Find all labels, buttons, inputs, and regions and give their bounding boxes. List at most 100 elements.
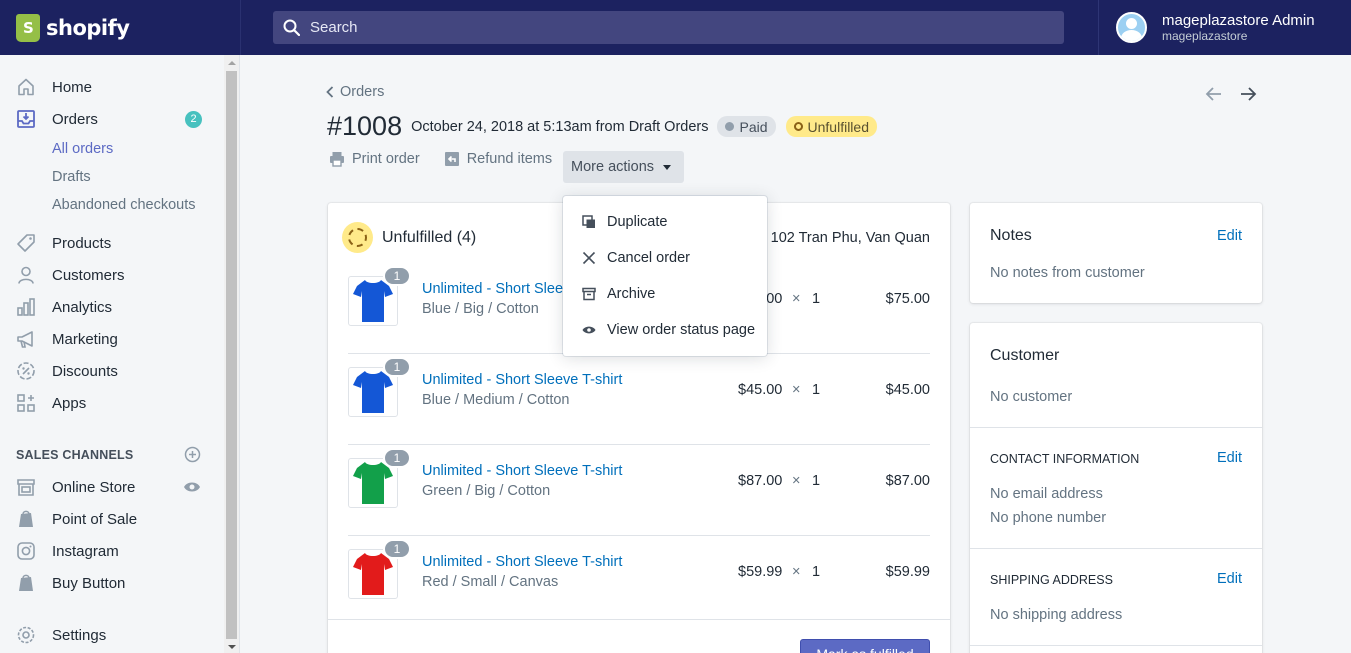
sidebar-subitem-drafts[interactable]: Drafts [52, 169, 91, 185]
more-actions-menu: Duplicate Cancel order Archive View orde… [563, 196, 767, 356]
menu-item-cancel-order[interactable]: Cancel order [580, 249, 690, 267]
product-variant: Blue / Big / Cotton [422, 301, 539, 317]
quantity: 1 [812, 291, 821, 307]
mark-as-fulfilled-button[interactable]: Mark as fulfilled [800, 639, 930, 653]
unit-price: $59.99 [738, 564, 783, 580]
sidebar-item-point-of-sale[interactable]: Point of Sale [0, 503, 224, 535]
product-link[interactable]: Unlimited - Short Sleeve T-shirt [422, 372, 622, 388]
sidebar-item-settings[interactable]: Settings [0, 619, 224, 651]
next-order-arrow-icon[interactable] [1238, 84, 1258, 104]
user-name: mageplazastore Admin [1162, 12, 1315, 29]
customer-title: Customer [990, 347, 1060, 364]
chevron-left-icon [326, 86, 334, 98]
sidebar-item-discounts[interactable]: Discounts [0, 355, 224, 387]
tshirt-image [353, 462, 393, 504]
sidebar-subitem-abandoned-checkouts[interactable]: Abandoned checkouts [52, 197, 196, 213]
sidebar-subitem-all-orders[interactable]: All orders [52, 141, 113, 157]
customer-text: No customer [990, 389, 1073, 405]
line-item: 1 Unlimited - Short Sleeve T-shirt Green… [348, 445, 930, 536]
sidebar-item-marketing[interactable]: Marketing [0, 323, 224, 355]
sidebar-item-products[interactable]: Products [0, 227, 224, 259]
breadcrumb-orders[interactable]: Orders [326, 84, 384, 100]
order-meta: October 24, 2018 at 5:13am from Draft Or… [411, 118, 709, 135]
payment-status-label: Paid [739, 118, 768, 135]
shopify-bag-icon [16, 509, 36, 529]
times-sign: × [792, 382, 801, 398]
sidebar-item-label: Analytics [52, 298, 113, 316]
avatar [1116, 12, 1147, 43]
tshirt-image [353, 371, 393, 413]
refund-items-button[interactable]: Refund items [444, 151, 552, 167]
sidebar-item-apps[interactable]: Apps [0, 387, 224, 419]
shopify-logo[interactable]: shopify [0, 0, 240, 55]
menu-item-label: Duplicate [607, 214, 668, 230]
caret-down-icon [663, 164, 672, 170]
sidebar-item-label: Instagram [52, 542, 119, 560]
card-divider [328, 619, 950, 620]
order-actions: Print order Refund items [329, 151, 576, 167]
menu-item-archive[interactable]: Archive [580, 285, 655, 303]
sidebar-item-home[interactable]: Home [0, 71, 224, 103]
page-title: #1008 [327, 111, 403, 141]
scroll-down-arrow[interactable] [228, 645, 236, 649]
unit-price: $87.00 [738, 473, 783, 489]
home-icon [16, 77, 36, 97]
unit-price: $45.00 [738, 382, 783, 398]
times-sign: × [792, 473, 801, 489]
product-link[interactable]: Unlimited - Short Sleeve T-shirt [422, 554, 622, 570]
sidebar-item-analytics[interactable]: Analytics [0, 291, 224, 323]
refund-icon [444, 152, 459, 166]
more-actions-label: More actions [571, 159, 655, 175]
line-item: 1 Unlimited - Short Sleeve T-shirt Blue … [348, 354, 930, 445]
scroll-up-arrow[interactable] [228, 61, 236, 65]
payment-status-badge: Paid [717, 116, 776, 137]
menu-item-view-order-status[interactable]: View order status page [580, 321, 755, 339]
shopify-bag-icon [16, 573, 36, 593]
add-channel-icon[interactable] [184, 446, 201, 467]
card-divider [970, 548, 1262, 549]
tag-icon [16, 233, 36, 253]
unfulfilled-header: Unfulfilled (4) [342, 222, 476, 253]
sidebar-item-label: Marketing [52, 330, 118, 348]
shipping-address-heading: SHIPPING ADDRESS [990, 573, 1113, 587]
logo-text: shopify [46, 15, 130, 40]
eye-icon [580, 321, 598, 339]
search-icon [283, 19, 300, 36]
sidebar-item-label: Home [52, 78, 93, 96]
megaphone-icon [16, 329, 36, 349]
breadcrumb-label: Orders [340, 84, 385, 100]
sidebar-scrollbar[interactable] [224, 55, 240, 653]
sidebar-item-customers[interactable]: Customers [0, 259, 224, 291]
fulfillment-status-badge: Unfulfilled [785, 116, 877, 137]
search-placeholder: Search [310, 19, 358, 36]
sidebar-item-instagram[interactable]: Instagram [0, 535, 224, 567]
shipping-edit-link[interactable]: Edit [1217, 571, 1242, 587]
quantity: 1 [812, 382, 821, 398]
scroll-thumb[interactable] [226, 71, 237, 639]
fulfillment-location: 102 Tran Phu, Van Quan [770, 230, 930, 246]
product-link[interactable]: Unlimited - Short Sleeve T-shirt [422, 463, 622, 479]
menu-item-duplicate[interactable]: Duplicate [580, 213, 667, 231]
notes-card: Notes Edit No notes from customer [970, 203, 1262, 303]
user-menu[interactable]: mageplazastore Admin mageplazastore [1098, 0, 1351, 55]
orders-icon [16, 109, 36, 129]
sales-channels-heading: SALES CHANNELS [16, 448, 134, 462]
search-bar[interactable]: Search [273, 11, 1064, 44]
notes-edit-link[interactable]: Edit [1217, 228, 1242, 244]
card-divider [970, 427, 1262, 428]
contact-edit-link[interactable]: Edit [1217, 450, 1242, 466]
sidebar-item-label: Point of Sale [52, 510, 138, 528]
sidebar-item-orders[interactable]: Orders 2 [0, 103, 224, 135]
menu-item-label: View order status page [607, 322, 756, 338]
previous-order-arrow-icon[interactable] [1204, 84, 1224, 104]
notes-title: Notes [990, 227, 1032, 244]
eye-icon[interactable] [183, 480, 201, 498]
print-order-button[interactable]: Print order [329, 151, 420, 167]
more-actions-button[interactable]: More actions [563, 151, 684, 183]
orders-count-badge: 2 [185, 110, 202, 128]
bar-chart-icon [16, 297, 36, 317]
notes-text: No notes from customer [990, 265, 1145, 281]
menu-item-label: Archive [607, 286, 656, 302]
sidebar-item-label: Customers [52, 266, 125, 284]
sidebar-item-buy-button[interactable]: Buy Button [0, 567, 224, 599]
